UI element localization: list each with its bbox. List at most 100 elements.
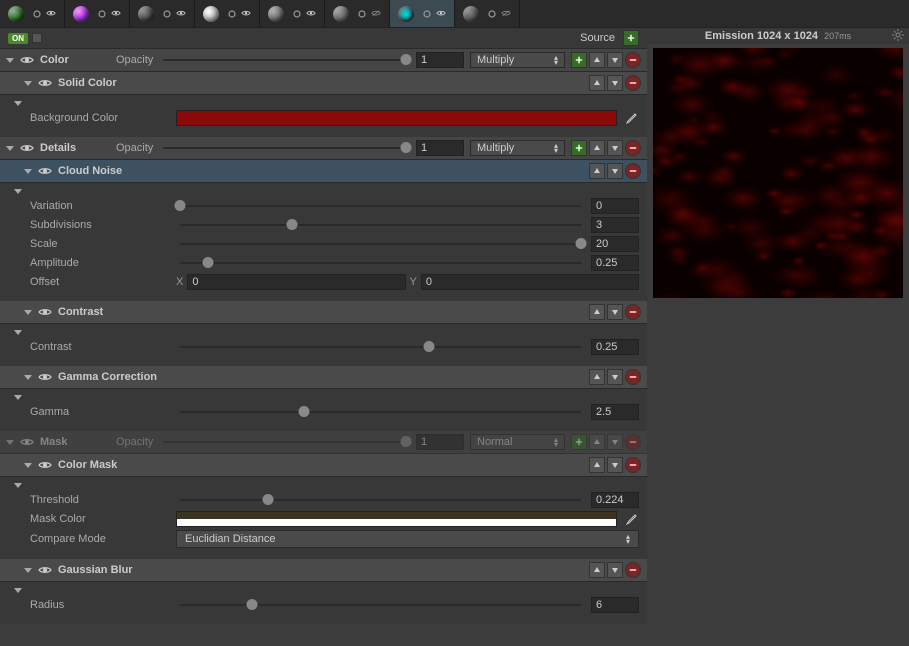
expand-icon[interactable] [14,330,22,335]
move-down-button[interactable] [607,52,623,68]
move-down-button[interactable] [607,163,623,179]
amplitude-slider[interactable] [180,262,581,264]
delete-button[interactable] [625,163,641,179]
link-icon[interactable] [227,9,237,19]
eye-icon[interactable] [38,166,52,176]
delete-button[interactable] [625,457,641,473]
opacity-slider[interactable] [163,59,406,61]
material-tab-4[interactable] [260,0,325,27]
gamma-slider[interactable] [180,411,581,413]
move-up-button[interactable] [589,434,605,450]
material-tab-5[interactable] [325,0,390,27]
scale-slider[interactable] [180,243,581,245]
color-layer-header[interactable]: Color Opacity Multiply▴▾ [0,49,647,72]
link-icon[interactable] [487,9,497,19]
contrast-slider[interactable] [180,346,581,348]
collapse-icon[interactable] [24,463,32,468]
move-up-button[interactable] [589,163,605,179]
add-effect-button[interactable] [571,434,587,450]
variation-value[interactable] [591,198,639,214]
eye-off-icon[interactable] [371,9,381,19]
collapse-icon[interactable] [6,440,14,445]
link-icon[interactable] [97,9,107,19]
move-up-button[interactable] [589,140,605,156]
delete-button[interactable] [625,304,641,320]
gamma-correction-effect-header[interactable]: Gamma Correction [0,366,647,389]
collapse-icon[interactable] [6,146,14,151]
eye-off-icon[interactable] [501,9,511,19]
eye-icon[interactable] [241,9,251,19]
link-icon[interactable] [292,9,302,19]
eye-icon[interactable] [306,9,316,19]
material-tab-6[interactable] [390,0,455,27]
gaussian-blur-effect-header[interactable]: Gaussian Blur [0,559,647,582]
gear-icon[interactable] [891,28,905,45]
eye-icon[interactable] [111,9,121,19]
eyedropper-icon[interactable] [623,110,639,126]
amplitude-value[interactable] [591,255,639,271]
material-tab-1[interactable] [65,0,130,27]
move-up-button[interactable] [589,304,605,320]
solid-color-effect-header[interactable]: Solid Color [0,72,647,95]
expand-icon[interactable] [14,483,22,488]
delete-button[interactable] [625,52,641,68]
blend-mode-dropdown[interactable]: Normal▴▾ [470,434,565,450]
material-tab-3[interactable] [195,0,260,27]
material-tab-0[interactable] [0,0,65,27]
move-down-button[interactable] [607,457,623,473]
link-icon[interactable] [357,9,367,19]
gamma-value[interactable] [591,404,639,420]
scale-value[interactable] [591,236,639,252]
move-up-button[interactable] [589,562,605,578]
bg-color-swatch[interactable] [176,110,617,126]
eye-icon[interactable] [38,307,52,317]
move-down-button[interactable] [607,304,623,320]
material-tab-7[interactable] [455,0,520,27]
collapse-icon[interactable] [24,375,32,380]
threshold-slider[interactable] [180,499,581,501]
collapse-icon[interactable] [24,169,32,174]
subdivisions-value[interactable] [591,217,639,233]
delete-button[interactable] [625,369,641,385]
eye-icon[interactable] [46,9,56,19]
add-effect-button[interactable] [571,52,587,68]
color-mask-effect-header[interactable]: Color Mask [0,454,647,477]
collapse-icon[interactable] [24,568,32,573]
move-down-button[interactable] [607,140,623,156]
opacity-slider[interactable] [163,441,406,443]
move-down-button[interactable] [607,434,623,450]
collapse-icon[interactable] [24,81,32,86]
toggle-checkbox[interactable] [32,33,42,43]
delete-button[interactable] [625,140,641,156]
opacity-value[interactable] [416,140,464,156]
expand-icon[interactable] [14,588,22,593]
expand-icon[interactable] [14,189,22,194]
move-down-button[interactable] [607,369,623,385]
delete-button[interactable] [625,75,641,91]
eye-icon[interactable] [38,460,52,470]
offset-y-value[interactable] [421,274,639,290]
threshold-value[interactable] [591,492,639,508]
blend-mode-dropdown[interactable]: Multiply▴▾ [470,52,565,68]
contrast-effect-header[interactable]: Contrast [0,301,647,324]
link-icon[interactable] [422,9,432,19]
material-tab-2[interactable] [130,0,195,27]
mask-color-swatch[interactable] [176,511,617,527]
on-badge[interactable]: ON [8,33,28,44]
eyedropper-icon[interactable] [623,511,639,527]
opacity-value[interactable] [416,52,464,68]
expand-icon[interactable] [14,395,22,400]
compare-mode-dropdown[interactable]: Euclidian Distance▴▾ [176,530,639,548]
radius-value[interactable] [591,597,639,613]
eye-icon[interactable] [38,372,52,382]
cloud-noise-effect-header[interactable]: Cloud Noise [0,160,647,183]
delete-button[interactable] [625,434,641,450]
collapse-icon[interactable] [6,58,14,63]
move-down-button[interactable] [607,75,623,91]
eye-icon[interactable] [20,55,34,65]
eye-icon[interactable] [38,565,52,575]
eye-icon[interactable] [436,9,446,19]
eye-icon[interactable] [20,143,34,153]
add-effect-button[interactable] [571,140,587,156]
delete-button[interactable] [625,562,641,578]
